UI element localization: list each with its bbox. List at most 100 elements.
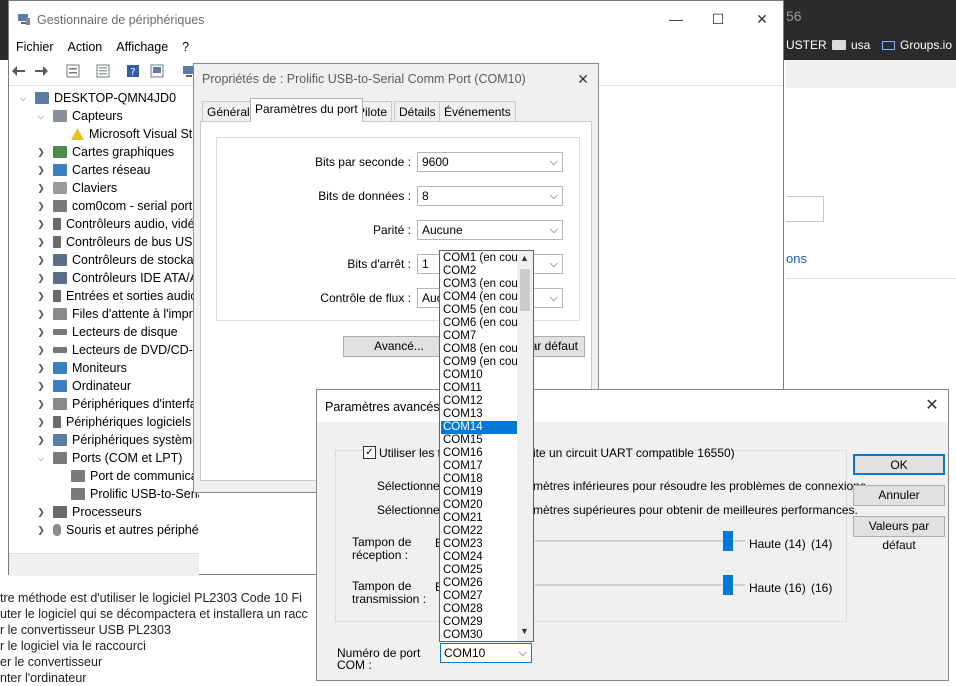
rx-slider-track[interactable] bbox=[535, 540, 745, 542]
chevron-right-icon[interactable]: ❯ bbox=[35, 377, 47, 395]
rx-slider-thumb[interactable] bbox=[723, 531, 733, 551]
tab-events[interactable]: Événements bbox=[439, 101, 516, 121]
dropdown-option[interactable]: COM20 bbox=[441, 499, 518, 512]
dropdown-option[interactable]: COM30 bbox=[441, 629, 518, 641]
menu-action[interactable]: Action bbox=[61, 37, 110, 57]
com-port-select[interactable]: COM10 ⌵ bbox=[440, 643, 532, 663]
dropdown-option[interactable]: COM4 (en cour bbox=[441, 291, 518, 304]
menu-affichage[interactable]: Affichage bbox=[109, 37, 175, 57]
chevron-right-icon[interactable]: ❯ bbox=[35, 431, 47, 449]
tab-details[interactable]: Détails bbox=[394, 101, 441, 121]
chevron-right-icon[interactable]: ❯ bbox=[35, 395, 47, 413]
tab-general[interactable]: Général bbox=[202, 101, 255, 121]
title-bar[interactable]: Gestionnaire de périphériques — ☐ ✕ bbox=[9, 1, 783, 37]
tree-item-dvd[interactable]: ❯ Lecteurs de DVD/CD-RO bbox=[35, 341, 199, 359]
menu-help[interactable]: ? bbox=[175, 37, 196, 57]
dropdown-option[interactable]: COM17 bbox=[441, 460, 518, 473]
tree-item-com0com[interactable]: ❯ com0com - serial port e bbox=[35, 197, 199, 215]
tree-item-system-devices[interactable]: ❯ Périphériques système bbox=[35, 431, 199, 449]
chevron-right-icon[interactable]: ❯ bbox=[35, 413, 47, 431]
chevron-right-icon[interactable]: ❯ bbox=[35, 287, 47, 305]
tree-item-stockage[interactable]: ❯ Contrôleurs de stockag bbox=[35, 251, 199, 269]
dropdown-option[interactable]: COM3 (en cour bbox=[441, 278, 518, 291]
tree-item-cartes-graphiques[interactable]: ❯ Cartes graphiques bbox=[35, 143, 174, 161]
dropdown-option[interactable]: COM10 bbox=[441, 369, 518, 382]
tx-slider-track[interactable] bbox=[535, 584, 745, 586]
page-input[interactable] bbox=[786, 196, 824, 222]
dropdown-option[interactable]: COM1 (en cour bbox=[441, 252, 518, 265]
chevron-right-icon[interactable]: ❯ bbox=[35, 269, 47, 287]
properties-icon[interactable] bbox=[65, 63, 81, 79]
tab-port-settings[interactable]: Paramètres du port bbox=[250, 98, 363, 122]
cancel-button[interactable]: Annuler bbox=[853, 485, 945, 506]
tree-item-souris[interactable]: ❯ Souris et autres périphériques de point… bbox=[35, 521, 199, 539]
chevron-right-icon[interactable]: ❯ bbox=[35, 179, 47, 197]
tree-item-audio-io[interactable]: ❯ Entrées et sorties audio bbox=[35, 287, 197, 305]
tree-item-disques[interactable]: ❯ Lecteurs de disque bbox=[35, 323, 177, 341]
fifo-checkbox[interactable]: ✓ bbox=[363, 446, 376, 459]
tree-item-capteurs[interactable]: ⌵ Capteurs bbox=[35, 107, 123, 125]
dropdown-option[interactable]: COM21 bbox=[441, 512, 518, 525]
dropdown-option[interactable]: COM5 (en cour bbox=[441, 304, 518, 317]
minimize-button[interactable]: — bbox=[653, 7, 699, 31]
tree-item-usb[interactable]: ❯ Contrôleurs de bus USB bbox=[35, 233, 199, 251]
close-button[interactable]: ✕ bbox=[739, 7, 785, 31]
defaults-button[interactable]: Valeurs par défaut bbox=[853, 516, 945, 552]
bookmark-usa[interactable]: usa bbox=[832, 38, 870, 52]
dropdown-option[interactable]: COM23 bbox=[441, 538, 518, 551]
scroll-up-icon[interactable]: ▲ bbox=[520, 253, 529, 263]
ok-button[interactable]: OK bbox=[853, 454, 945, 475]
data-bits-select[interactable]: 8 ⌵ bbox=[417, 186, 563, 206]
chevron-down-icon[interactable]: ⌵ bbox=[17, 89, 29, 107]
help-icon[interactable]: ? bbox=[125, 63, 141, 79]
chevron-right-icon[interactable]: ❯ bbox=[35, 197, 47, 215]
dropdown-option[interactable]: COM24 bbox=[441, 551, 518, 564]
title-bar[interactable]: Paramètres avancés p ✕ bbox=[317, 390, 948, 422]
scrollbar-thumb[interactable] bbox=[520, 269, 530, 311]
tree-item-port-communication[interactable]: Port de communica bbox=[71, 467, 198, 485]
dropdown-option[interactable]: COM8 (en cour bbox=[441, 343, 518, 356]
tree-item-moniteurs[interactable]: ❯ Moniteurs bbox=[35, 359, 127, 377]
baud-select[interactable]: 9600 ⌵ bbox=[417, 152, 563, 172]
chevron-right-icon[interactable]: ❯ bbox=[35, 359, 47, 377]
close-button[interactable]: ✕ bbox=[921, 395, 943, 417]
tree-item-hid[interactable]: ❯ Périphériques d'interfac bbox=[35, 395, 199, 413]
tree-item-ide[interactable]: ❯ Contrôleurs IDE ATA/AT bbox=[35, 269, 199, 287]
dropdown-option[interactable]: COM22 bbox=[441, 525, 518, 538]
list-view-icon[interactable] bbox=[95, 63, 111, 79]
tree-item-print-queue[interactable]: ❯ Files d'attente à l'impre bbox=[35, 305, 199, 323]
dropdown-option[interactable]: COM27 bbox=[441, 590, 518, 603]
dropdown-option[interactable]: COM13 bbox=[441, 408, 518, 421]
dropdown-option[interactable]: COM12 bbox=[441, 395, 518, 408]
chevron-right-icon[interactable]: ❯ bbox=[35, 251, 47, 269]
tree-item-ordinateur[interactable]: ❯ Ordinateur bbox=[35, 377, 131, 395]
dropdown-option[interactable]: COM28 bbox=[441, 603, 518, 616]
dropdown-option[interactable]: COM26 bbox=[441, 577, 518, 590]
parity-select[interactable]: Aucune ⌵ bbox=[417, 220, 563, 240]
bookmark-uster[interactable]: USTER bbox=[786, 38, 827, 52]
tree-item-prolific[interactable]: Prolific USB-to-Seria bbox=[71, 485, 199, 503]
maximize-button[interactable]: ☐ bbox=[695, 7, 741, 31]
chevron-right-icon[interactable]: ❯ bbox=[35, 341, 47, 359]
tree-item-visual-studio[interactable]: Microsoft Visual Stu bbox=[71, 125, 199, 143]
chevron-down-icon[interactable]: ⌵ bbox=[35, 449, 47, 467]
tree-item-cartes-reseau[interactable]: ❯ Cartes réseau bbox=[35, 161, 150, 179]
tree-item-software-devices[interactable]: ❯ Périphériques logiciels bbox=[35, 413, 191, 431]
tree-item-processeurs[interactable]: ❯ Processeurs bbox=[35, 503, 141, 521]
chevron-right-icon[interactable]: ❯ bbox=[35, 323, 47, 341]
forward-arrow-icon[interactable] bbox=[33, 63, 49, 79]
dropdown-option[interactable]: COM29 bbox=[441, 616, 518, 629]
device-view-icon[interactable] bbox=[149, 63, 165, 79]
dropdown-option[interactable]: COM18 bbox=[441, 473, 518, 486]
chevron-right-icon[interactable]: ❯ bbox=[35, 233, 47, 251]
dropdown-option[interactable]: COM19 bbox=[441, 486, 518, 499]
tree-item-ports[interactable]: ⌵ Ports (COM et LPT) bbox=[35, 449, 183, 467]
tree-item-audio-video[interactable]: ❯ Contrôleurs audio, vidé bbox=[35, 215, 194, 233]
chevron-down-icon[interactable]: ⌵ bbox=[35, 107, 47, 125]
close-button[interactable]: ✕ bbox=[572, 68, 594, 90]
dropdown-option[interactable]: COM6 (en cour bbox=[441, 317, 518, 330]
tree-item-computer[interactable]: ⌵ DESKTOP-QMN4JD0 bbox=[17, 89, 176, 107]
back-arrow-icon[interactable] bbox=[11, 63, 27, 79]
menu-fichier[interactable]: Fichier bbox=[9, 37, 61, 57]
chevron-right-icon[interactable]: ❯ bbox=[35, 521, 47, 539]
